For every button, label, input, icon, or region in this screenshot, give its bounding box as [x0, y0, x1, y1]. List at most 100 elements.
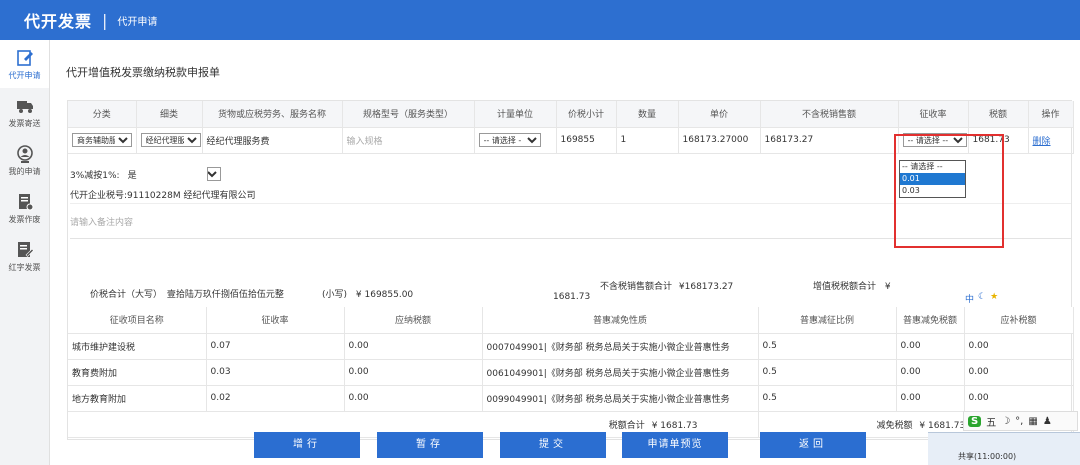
col-header: 分类 [68, 101, 137, 128]
sidebar-item-my-apply[interactable]: 我的申请 [0, 136, 49, 184]
header-subtitle: 代开申请 [117, 16, 158, 28]
ime-logo[interactable]: S [968, 415, 982, 427]
sidebar: 代开申请 发票寄送 我的申请 发票作废 红字发票 [0, 40, 50, 465]
levy-table: 征收项目名称 征收率 应纳税额 普惠减免性质 普惠减征比例 普惠减免税额 应补税… [68, 307, 1074, 438]
col-header: 操作 [1028, 101, 1074, 128]
amount-cell: 168173.27 [760, 127, 899, 154]
levy-due: 0.00 [964, 333, 1074, 360]
brand-title: 代开发票 [24, 12, 93, 31]
submit-button[interactable]: 提交 [500, 432, 606, 458]
table-row: 城市维护建设税 0.07 0.00 0007049901|《财务部 税务总局关于… [68, 333, 1074, 360]
total-upper: 价税合计（大写） 壹拾陆万玖仟捌佰伍拾伍元整 [90, 287, 284, 300]
sidebar-item-label: 发票寄送 [8, 118, 41, 128]
remark-row: 请输入备注内容 [70, 205, 1071, 239]
levy-rate: 0.03 [206, 359, 345, 386]
vat-total-label: 增值税税额合计 [813, 282, 877, 292]
taskbar-fragment: 共享(11:00:00) [928, 432, 1080, 465]
col-header: 计量单位 [474, 101, 557, 128]
rate-option[interactable]: 0.03 [900, 185, 965, 197]
sidebar-item-label: 代开申请 [8, 70, 41, 80]
delete-link[interactable]: 删除 [1033, 137, 1051, 147]
levy-relief-ratio: 0.5 [758, 333, 897, 360]
levy-relief-ratio: 0.5 [758, 359, 897, 386]
levy-table-header: 征收项目名称 征收率 应纳税额 普惠减免性质 普惠减征比例 普惠减免税额 应补税… [68, 307, 1074, 334]
moon-icon[interactable]: ☾ [978, 292, 986, 305]
unit-price-cell[interactable]: 168173.27000 [678, 127, 761, 154]
star-icon[interactable]: ★ [990, 292, 998, 305]
reduce-row: 3%减按1%: 是 [70, 165, 221, 183]
levy-due: 0.00 [964, 385, 1074, 412]
taskbar-item[interactable]: 共享(11:00:00) [958, 452, 1016, 461]
quantity-cell[interactable]: 1 [616, 127, 679, 154]
col-header: 税额 [968, 101, 1029, 128]
add-row-button[interactable]: 增行 [254, 432, 360, 458]
header-separator: | [102, 10, 108, 30]
col-header: 征收率 [898, 101, 969, 128]
goods-name: 经纪代理服务费 [202, 127, 343, 154]
total-lower-label: (小写) [322, 290, 348, 300]
edit-icon [16, 49, 33, 66]
rate-dropdown-list[interactable]: -- 请选择 -- 0.01 0.03 [899, 160, 966, 198]
ime-toolbar: S 五 ☽ °, ▦ ♟ [963, 411, 1078, 431]
invoice-edit-icon [17, 241, 34, 257]
spec-input[interactable]: 输入规格 [347, 137, 383, 147]
levy-relief-type: 0099049901|《财务部 税务总局关于实施小微企业普惠性务 [482, 385, 759, 412]
unit-select[interactable]: -- 请选择 - [478, 133, 541, 147]
levy-relief-amount: 0.00 [896, 359, 965, 386]
col-header: 征收项目名称 [68, 307, 207, 334]
sidebar-item-delivery[interactable]: 发票寄送 [0, 88, 49, 136]
col-header: 应纳税额 [344, 307, 483, 334]
excl-total-label: 不含税销售额合计 [600, 282, 673, 292]
moon-icon[interactable]: ☽ [1001, 416, 1010, 427]
tool-icons: 中 ☾ ★ [965, 292, 998, 305]
levy-relief-ratio: 0.5 [758, 385, 897, 412]
col-header: 单价 [678, 101, 761, 128]
rate-select[interactable]: -- 请选择 -- [902, 133, 967, 147]
total-cell[interactable]: 169855 [556, 127, 617, 154]
reduce-select[interactable] [206, 167, 221, 181]
sidebar-item-void[interactable]: 发票作废 [0, 184, 49, 232]
category-select[interactable]: 商务辅助服 [72, 133, 132, 147]
tax-sum-label: 税额合计 [608, 420, 645, 431]
back-button[interactable]: 返回 [760, 432, 866, 458]
col-header: 规格型号（服务类型） [342, 101, 475, 128]
levy-name: 地方教育附加 [68, 385, 207, 412]
total-upper-label: 价税合计（大写） [90, 290, 163, 300]
levy-payable: 0.00 [344, 333, 483, 360]
main-content: 代开增值税发票缴纳税款申报单 分类 细类 货物或应税劳务、服务名称 规格型号（服… [50, 40, 1080, 465]
col-header: 数量 [616, 101, 679, 128]
subcategory-select[interactable]: 经纪代理服 [140, 133, 201, 147]
reduce-value: 是 [127, 170, 137, 181]
sidebar-item-red-invoice[interactable]: 红字发票 [0, 232, 49, 280]
document-icon [18, 193, 33, 210]
ime-mode[interactable]: 五 [986, 414, 996, 429]
preview-button[interactable]: 申请单预览 [622, 432, 728, 458]
punctuation-icon[interactable]: °, [1015, 416, 1023, 427]
company-tax-id: 代开企业税号:9111022​8M 经纪代理有限公司 [70, 191, 256, 201]
levy-payable: 0.00 [344, 385, 483, 412]
total-lower-value: ¥ 169855.00 [355, 290, 414, 300]
tax-sum-value: ¥ 1681.73 [651, 420, 698, 431]
zh-icon[interactable]: 中 [965, 292, 974, 305]
col-header: 普惠减免性质 [482, 307, 759, 334]
levy-rate: 0.02 [206, 385, 345, 412]
user-icon[interactable]: ♟ [1043, 416, 1052, 427]
keyboard-icon[interactable]: ▦ [1028, 416, 1037, 427]
levy-relief-amount: 0.00 [896, 385, 965, 412]
table-row: 地方教育附加 0.02 0.00 0099049901|《财务部 税务总局关于实… [68, 385, 1074, 412]
vat-total-value: ¥ [884, 282, 891, 292]
sidebar-item-apply[interactable]: 代开申请 [0, 40, 49, 88]
levy-payable: 0.00 [344, 359, 483, 386]
col-header: 普惠减征比例 [758, 307, 897, 334]
excl-total-value: ¥168173.27 [678, 282, 734, 292]
sidebar-item-label: 我的申请 [8, 166, 41, 176]
rate-option[interactable]: -- 请选择 -- [900, 161, 965, 173]
remark-input[interactable]: 请输入备注内容 [70, 215, 133, 228]
save-draft-button[interactable]: 暂存 [377, 432, 483, 458]
rate-option-highlighted[interactable]: 0.01 [900, 173, 965, 185]
levy-name: 教育费附加 [68, 359, 207, 386]
col-header: 货物或应税劳务、服务名称 [202, 101, 343, 128]
levy-relief-type: 0007049901|《财务部 税务总局关于实施小微企业普惠性务 [482, 333, 759, 360]
levy-rate: 0.07 [206, 333, 345, 360]
goods-table: 分类 细类 货物或应税劳务、服务名称 规格型号（服务类型） 计量单位 价税小计 … [68, 101, 1074, 154]
